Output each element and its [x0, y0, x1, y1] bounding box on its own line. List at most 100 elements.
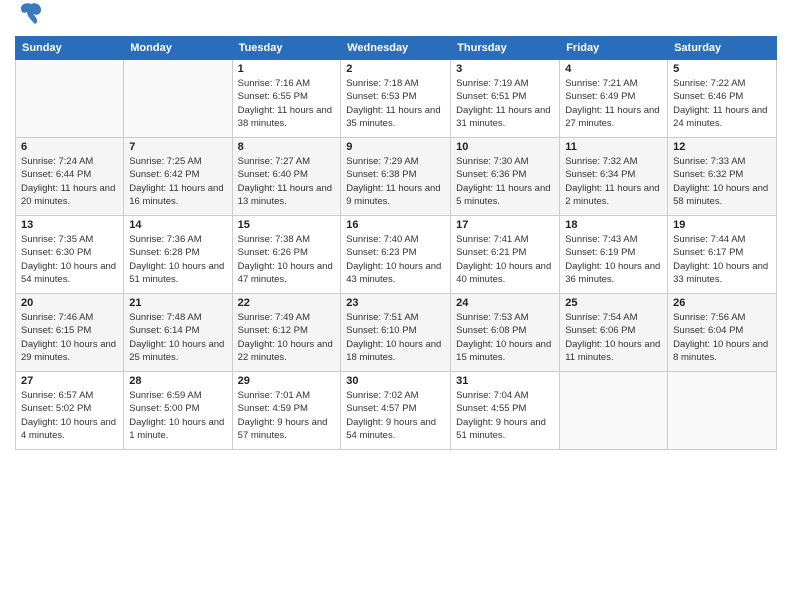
day-number: 29: [238, 375, 336, 387]
header-tuesday: Tuesday: [232, 37, 341, 60]
calendar-week-row: 20Sunrise: 7:46 AM Sunset: 6:15 PM Dayli…: [16, 294, 777, 372]
calendar-cell: 29 Sunrise: 7:01 AM Sunset: 4:59 PM Dayli…: [232, 372, 341, 450]
calendar-cell: 7 Sunrise: 7:25 AM Sunset: 6:42 PM Daylig…: [124, 138, 232, 216]
calendar-cell: 6Sunrise: 7:24 AM Sunset: 6:44 PM Daylig…: [16, 138, 124, 216]
day-number: 26: [673, 297, 771, 309]
day-number: 15: [238, 219, 336, 231]
calendar-cell: 4 Sunrise: 7:21 AM Sunset: 6:49 PM Daylig…: [560, 60, 668, 138]
day-info: Sunrise: 7:22 AM Sunset: 6:46 PM Dayligh…: [673, 77, 771, 130]
day-info: Sunrise: 7:48 AM Sunset: 6:14 PM Dayligh…: [129, 311, 226, 364]
logo-bird-icon: [17, 0, 45, 28]
day-number: 3: [456, 63, 554, 75]
day-info: Sunrise: 7:38 AM Sunset: 6:26 PM Dayligh…: [238, 233, 336, 286]
day-info: Sunrise: 7:04 AM Sunset: 4:55 PM Dayligh…: [456, 389, 554, 442]
calendar-cell: 3Sunrise: 7:19 AM Sunset: 6:51 PM Daylig…: [451, 60, 560, 138]
calendar-cell: 22 Sunrise: 7:49 AM Sunset: 6:12 PM Dayli…: [232, 294, 341, 372]
day-info: Sunrise: 7:32 AM Sunset: 6:34 PM Dayligh…: [565, 155, 662, 208]
calendar-cell: 19 Sunrise: 7:44 AM Sunset: 6:17 PM Dayli…: [668, 216, 777, 294]
day-number: 5: [673, 63, 771, 75]
calendar-cell: 18 Sunrise: 7:43 AM Sunset: 6:19 PM Dayli…: [560, 216, 668, 294]
day-info: Sunrise: 6:59 AM Sunset: 5:00 PM Dayligh…: [129, 389, 226, 442]
day-info: Sunrise: 6:57 AM Sunset: 5:02 PM Dayligh…: [21, 389, 118, 442]
calendar-week-row: 13Sunrise: 7:35 AM Sunset: 6:30 PM Dayli…: [16, 216, 777, 294]
day-info: Sunrise: 7:51 AM Sunset: 6:10 PM Dayligh…: [346, 311, 445, 364]
day-number: 25: [565, 297, 662, 309]
day-number: 4: [565, 63, 662, 75]
day-info: Sunrise: 7:30 AM Sunset: 6:36 PM Dayligh…: [456, 155, 554, 208]
day-number: 12: [673, 141, 771, 153]
day-number: 30: [346, 375, 445, 387]
calendar-cell: 23 Sunrise: 7:51 AM Sunset: 6:10 PM Dayli…: [341, 294, 451, 372]
day-info: Sunrise: 7:35 AM Sunset: 6:30 PM Dayligh…: [21, 233, 118, 286]
day-info: Sunrise: 7:16 AM Sunset: 6:55 PM Dayligh…: [238, 77, 336, 130]
calendar-cell: 9 Sunrise: 7:29 AM Sunset: 6:38 PM Daylig…: [341, 138, 451, 216]
page-container: Sunday Monday Tuesday Wednesday Thursday…: [0, 0, 792, 460]
day-info: Sunrise: 7:27 AM Sunset: 6:40 PM Dayligh…: [238, 155, 336, 208]
calendar-body: 1 Sunrise: 7:16 AM Sunset: 6:55 PM Daylig…: [16, 60, 777, 450]
day-info: Sunrise: 7:01 AM Sunset: 4:59 PM Dayligh…: [238, 389, 336, 442]
calendar-week-row: 27 Sunrise: 6:57 AM Sunset: 5:02 PM Dayli…: [16, 372, 777, 450]
day-number: 14: [129, 219, 226, 231]
calendar-cell: 28 Sunrise: 6:59 AM Sunset: 5:00 PM Dayli…: [124, 372, 232, 450]
day-info: Sunrise: 7:21 AM Sunset: 6:49 PM Dayligh…: [565, 77, 662, 130]
calendar-week-row: 6Sunrise: 7:24 AM Sunset: 6:44 PM Daylig…: [16, 138, 777, 216]
calendar-cell: 31 Sunrise: 7:04 AM Sunset: 4:55 PM Dayli…: [451, 372, 560, 450]
day-info: Sunrise: 7:25 AM Sunset: 6:42 PM Dayligh…: [129, 155, 226, 208]
day-number: 2: [346, 63, 445, 75]
calendar-cell: 26 Sunrise: 7:56 AM Sunset: 6:04 PM Dayli…: [668, 294, 777, 372]
calendar-cell: [668, 372, 777, 450]
day-info: Sunrise: 7:56 AM Sunset: 6:04 PM Dayligh…: [673, 311, 771, 364]
calendar-cell: [560, 372, 668, 450]
day-number: 27: [21, 375, 118, 387]
header-monday: Monday: [124, 37, 232, 60]
calendar-cell: 2 Sunrise: 7:18 AM Sunset: 6:53 PM Daylig…: [341, 60, 451, 138]
calendar-cell: 21Sunrise: 7:48 AM Sunset: 6:14 PM Dayli…: [124, 294, 232, 372]
day-number: 22: [238, 297, 336, 309]
day-number: 6: [21, 141, 118, 153]
calendar-cell: 16Sunrise: 7:40 AM Sunset: 6:23 PM Dayli…: [341, 216, 451, 294]
day-info: Sunrise: 7:33 AM Sunset: 6:32 PM Dayligh…: [673, 155, 771, 208]
calendar-cell: 14Sunrise: 7:36 AM Sunset: 6:28 PM Dayli…: [124, 216, 232, 294]
header-thursday: Thursday: [451, 37, 560, 60]
day-number: 31: [456, 375, 554, 387]
logo: [15, 10, 45, 28]
calendar-cell: 15 Sunrise: 7:38 AM Sunset: 6:26 PM Dayli…: [232, 216, 341, 294]
day-number: 23: [346, 297, 445, 309]
day-number: 10: [456, 141, 554, 153]
day-info: Sunrise: 7:02 AM Sunset: 4:57 PM Dayligh…: [346, 389, 445, 442]
calendar-cell: 17 Sunrise: 7:41 AM Sunset: 6:21 PM Dayli…: [451, 216, 560, 294]
day-number: 28: [129, 375, 226, 387]
calendar-cell: 30 Sunrise: 7:02 AM Sunset: 4:57 PM Dayli…: [341, 372, 451, 450]
calendar-cell: 24 Sunrise: 7:53 AM Sunset: 6:08 PM Dayli…: [451, 294, 560, 372]
day-number: 11: [565, 141, 662, 153]
calendar-cell: 13Sunrise: 7:35 AM Sunset: 6:30 PM Dayli…: [16, 216, 124, 294]
calendar-cell: 12 Sunrise: 7:33 AM Sunset: 6:32 PM Dayli…: [668, 138, 777, 216]
calendar-cell: 10 Sunrise: 7:30 AM Sunset: 6:36 PM Dayli…: [451, 138, 560, 216]
header: [15, 10, 777, 28]
day-info: Sunrise: 7:53 AM Sunset: 6:08 PM Dayligh…: [456, 311, 554, 364]
calendar-cell: 8 Sunrise: 7:27 AM Sunset: 6:40 PM Daylig…: [232, 138, 341, 216]
day-number: 8: [238, 141, 336, 153]
day-number: 20: [21, 297, 118, 309]
calendar-cell: [16, 60, 124, 138]
day-number: 17: [456, 219, 554, 231]
day-info: Sunrise: 7:43 AM Sunset: 6:19 PM Dayligh…: [565, 233, 662, 286]
calendar-table: Sunday Monday Tuesday Wednesday Thursday…: [15, 36, 777, 450]
calendar-week-row: 1 Sunrise: 7:16 AM Sunset: 6:55 PM Daylig…: [16, 60, 777, 138]
day-number: 19: [673, 219, 771, 231]
day-number: 9: [346, 141, 445, 153]
day-info: Sunrise: 7:29 AM Sunset: 6:38 PM Dayligh…: [346, 155, 445, 208]
day-info: Sunrise: 7:54 AM Sunset: 6:06 PM Dayligh…: [565, 311, 662, 364]
day-number: 18: [565, 219, 662, 231]
calendar-cell: 5 Sunrise: 7:22 AM Sunset: 6:46 PM Daylig…: [668, 60, 777, 138]
calendar-cell: [124, 60, 232, 138]
day-info: Sunrise: 7:44 AM Sunset: 6:17 PM Dayligh…: [673, 233, 771, 286]
day-info: Sunrise: 7:41 AM Sunset: 6:21 PM Dayligh…: [456, 233, 554, 286]
day-info: Sunrise: 7:49 AM Sunset: 6:12 PM Dayligh…: [238, 311, 336, 364]
day-number: 7: [129, 141, 226, 153]
weekday-header-row: Sunday Monday Tuesday Wednesday Thursday…: [16, 37, 777, 60]
day-number: 1: [238, 63, 336, 75]
header-friday: Friday: [560, 37, 668, 60]
day-info: Sunrise: 7:18 AM Sunset: 6:53 PM Dayligh…: [346, 77, 445, 130]
day-number: 24: [456, 297, 554, 309]
